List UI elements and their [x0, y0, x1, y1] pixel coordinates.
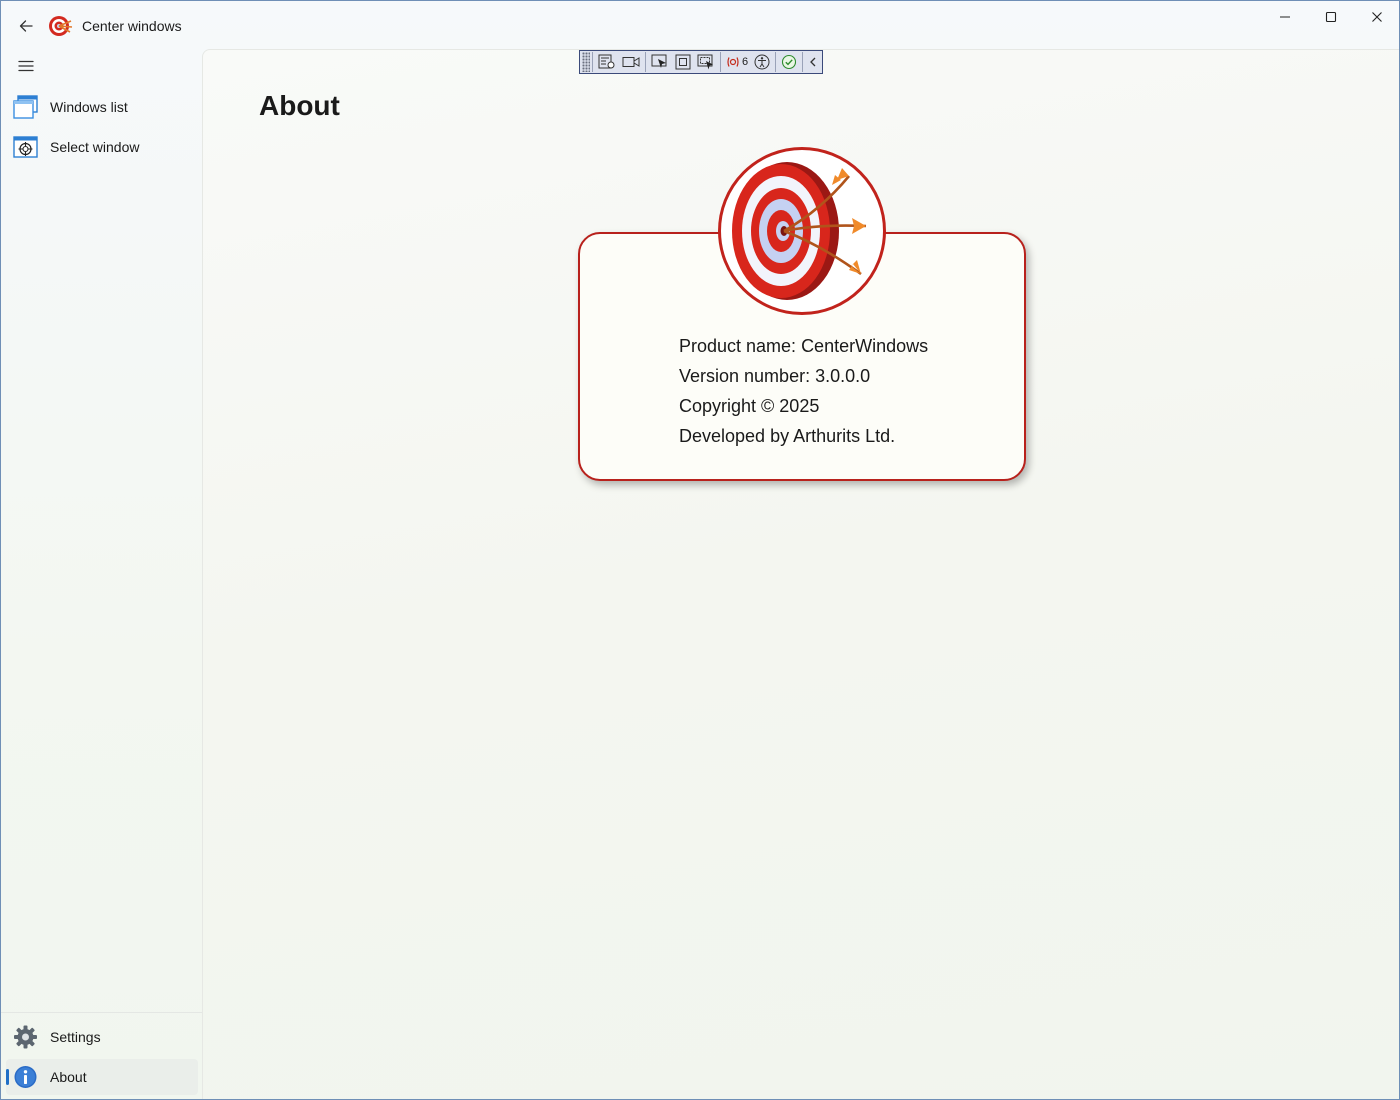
- select-pointer-icon: [651, 54, 667, 68]
- selection-indicator: [6, 1069, 9, 1085]
- collapse-toolbar-button[interactable]: [805, 51, 821, 73]
- debug-toolbar: 6: [579, 50, 823, 74]
- gear-icon: [14, 1025, 37, 1049]
- toolbar-separator: [802, 52, 804, 72]
- accessibility-checker-button[interactable]: [751, 51, 773, 73]
- target-window-icon: [13, 136, 38, 158]
- close-button[interactable]: [1354, 1, 1400, 33]
- nav-label-windows-list: Windows list: [50, 99, 128, 115]
- video-camera-icon: [622, 57, 640, 67]
- nav-item-settings[interactable]: Settings: [6, 1019, 198, 1055]
- target-arrows-icon: [732, 162, 867, 300]
- product-name-text: Product name: CenterWindows: [679, 336, 929, 356]
- sidebar-divider: [1, 1012, 202, 1013]
- toolbar-separator: [592, 52, 593, 72]
- minimize-icon: [1280, 16, 1290, 18]
- toolbar-separator: [645, 52, 646, 72]
- app-logo-icon: [49, 16, 73, 36]
- product-logo: [718, 147, 886, 315]
- live-visual-tree-button[interactable]: [595, 51, 619, 73]
- nav-label-settings: Settings: [50, 1029, 101, 1045]
- nav-item-select-window[interactable]: Select window: [6, 129, 198, 165]
- visual-tree-icon: [598, 54, 615, 69]
- info-icon: [14, 1066, 37, 1088]
- select-element-button[interactable]: [648, 51, 672, 73]
- version-number-text: Version number: 3.0.0.0: [679, 366, 871, 386]
- page-title: About: [259, 90, 340, 121]
- maximize-icon: [1325, 11, 1337, 23]
- layout-adorner-icon: [675, 54, 691, 70]
- binding-failure-icon: [727, 57, 739, 67]
- toolbar-separator: [720, 52, 721, 72]
- nav-label-select-window: Select window: [50, 139, 140, 155]
- close-icon: [1372, 12, 1382, 22]
- track-focus-icon: [697, 54, 713, 70]
- about-info: Product name: CenterWindows Version numb…: [679, 334, 928, 454]
- accessibility-icon: [754, 54, 770, 70]
- windows-list-icon: [13, 95, 38, 119]
- back-arrow-icon: [19, 20, 33, 32]
- nav-item-about[interactable]: About: [6, 1059, 198, 1095]
- copyright-text: Copyright © 2025: [679, 396, 820, 416]
- nav-label-about: About: [50, 1069, 87, 1085]
- minimize-button[interactable]: [1262, 1, 1308, 33]
- menu-toggle-button[interactable]: [9, 51, 43, 81]
- app-title: Center windows: [82, 18, 182, 34]
- binding-failures-button[interactable]: 6: [723, 51, 751, 73]
- track-focused-element-button[interactable]: [694, 51, 718, 73]
- navigation-pane: Windows list Select window Settings Abou…: [1, 49, 202, 1099]
- maximize-button[interactable]: [1308, 1, 1354, 33]
- chevron-left-icon: [810, 57, 816, 67]
- nav-item-windows-list[interactable]: Windows list: [6, 89, 198, 125]
- hot-reload-status-button[interactable]: [778, 51, 800, 73]
- app-window: Center windows Windows list Select windo…: [0, 0, 1400, 1100]
- display-layout-adorners-button[interactable]: [672, 51, 694, 73]
- checkmark-circle-icon: [782, 54, 797, 70]
- developer-text: Developed by Arthurits Ltd.: [679, 426, 896, 446]
- record-button[interactable]: [619, 51, 643, 73]
- toolbar-separator: [775, 52, 777, 72]
- hamburger-icon: [18, 60, 34, 72]
- title-bar[interactable]: Center windows: [1, 1, 1399, 49]
- toolbar-grip-icon[interactable]: [582, 52, 590, 72]
- binding-failures-count: 6: [742, 56, 749, 68]
- back-button[interactable]: [9, 9, 43, 43]
